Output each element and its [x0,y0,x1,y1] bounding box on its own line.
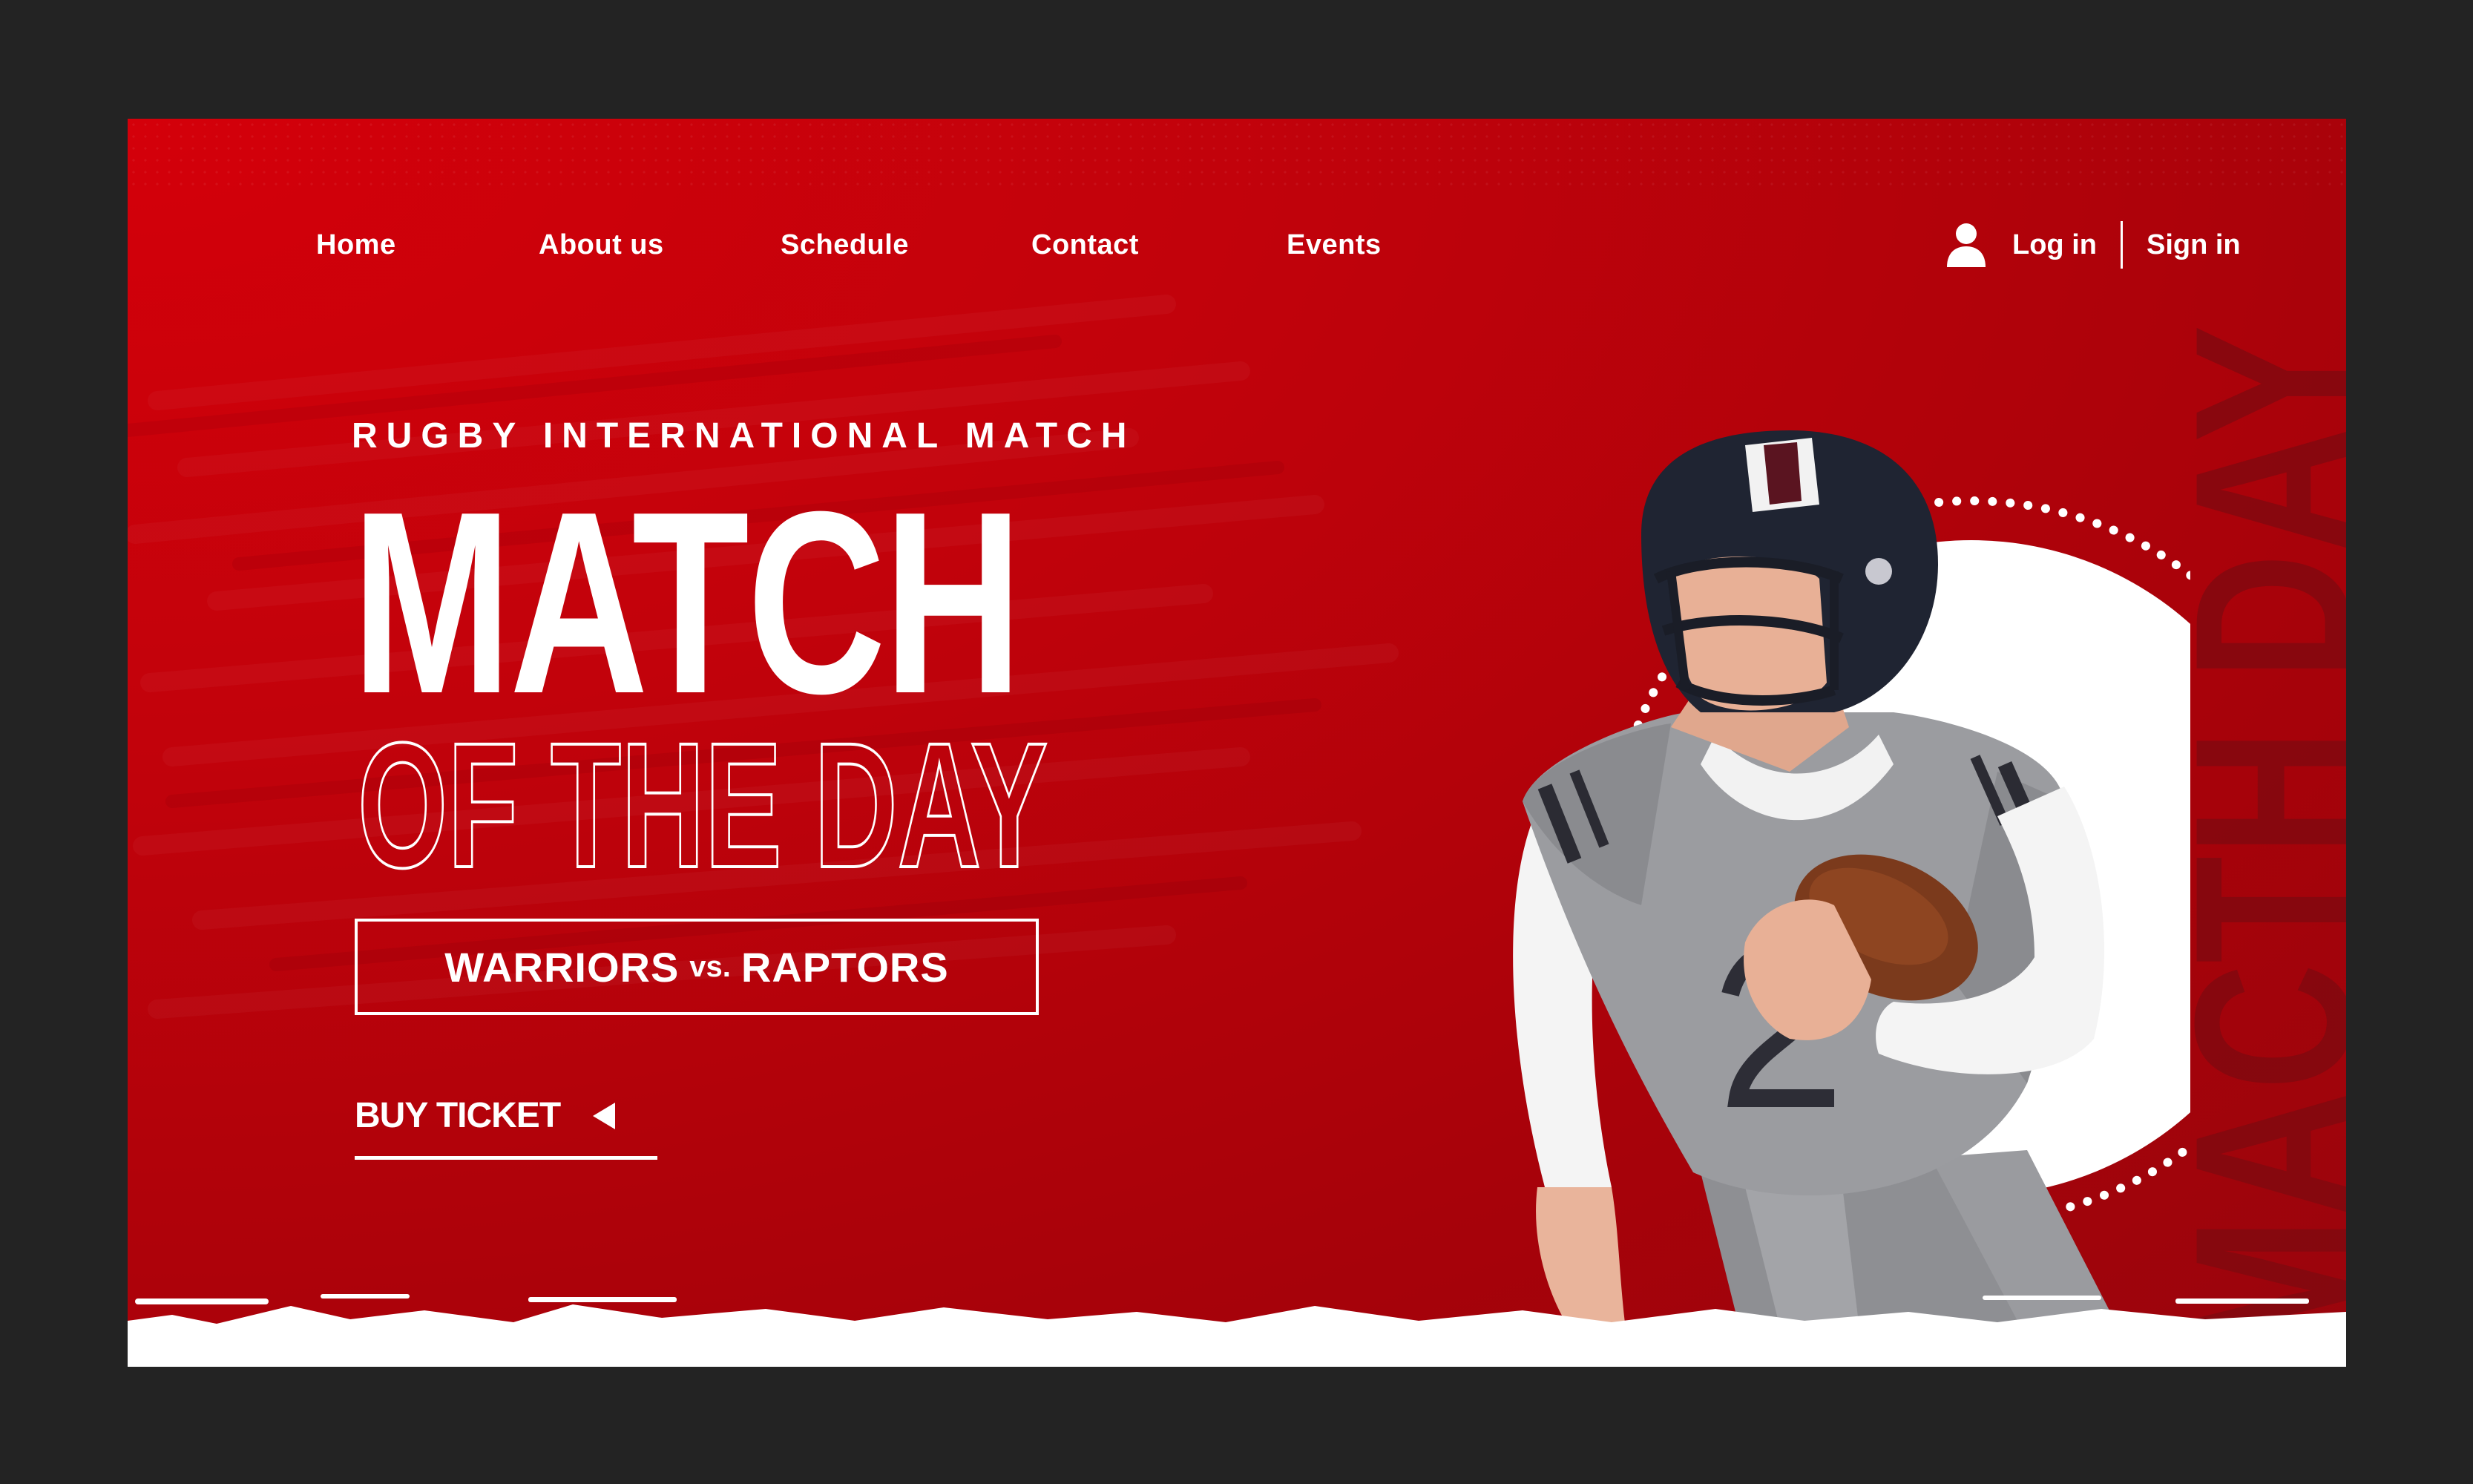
matchup-box: WARRIORS vs. RAPTORS [355,919,1039,1015]
vertical-watermark-text: MACTH DAY [2164,325,2346,1364]
nav-contact[interactable]: Contact [1031,229,1139,261]
bottom-brush-edge [128,1294,2346,1367]
landing-page: Home About us Schedule Contact Events Lo… [128,119,2346,1367]
vertical-watermark: MACTH DAY [2164,325,2346,1364]
hero-player-image [1513,430,2190,1367]
nav-about-us[interactable]: About us [539,229,664,261]
team-b: RAPTORS [740,943,949,991]
buy-ticket-button[interactable]: BUY TICKET [355,1095,616,1136]
headline-match: MATCH [352,458,1022,748]
headline-of-the-day: OF THE DAY [358,726,1049,881]
headline-outline-text: OF THE DAY [358,726,1048,881]
triangle-left-icon [593,1102,616,1129]
versus-label: vs. [689,950,731,983]
buy-ticket-label: BUY TICKET [355,1096,561,1135]
nav-home[interactable]: Home [316,229,396,261]
event-kicker: RUGBY INTERNATIONAL MATCH [352,416,1136,456]
nav-schedule[interactable]: Schedule [781,229,909,261]
buy-ticket-underline [355,1156,657,1160]
team-a: WARRIORS [444,943,680,991]
